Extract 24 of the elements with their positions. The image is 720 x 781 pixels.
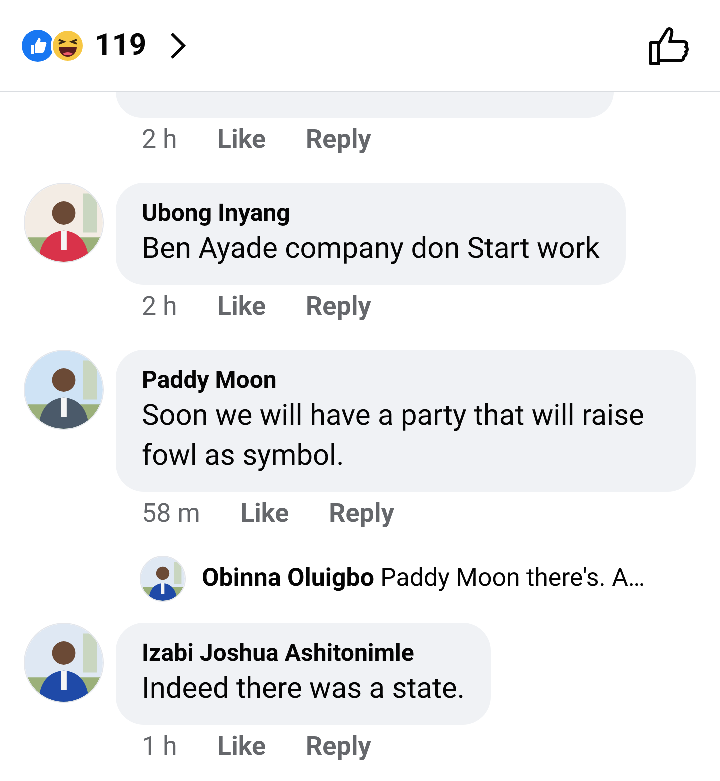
comment-text: Indeed there was a state. bbox=[142, 671, 465, 708]
comment-text: Soon we will have a party that will raise fowl as symbol. bbox=[142, 398, 646, 475]
reply-link[interactable]: Reply bbox=[306, 728, 372, 766]
reply-link[interactable]: Reply bbox=[306, 288, 372, 326]
comment-author[interactable]: Izabi Joshua Ashitonimle bbox=[142, 637, 465, 669]
comment-author[interactable]: Paddy Moon bbox=[142, 364, 670, 396]
comment-time: 58 m bbox=[142, 498, 200, 530]
thumbs-up-icon[interactable] bbox=[648, 24, 690, 66]
like-link[interactable]: Like bbox=[217, 120, 266, 160]
reply-preview[interactable]: Obinna Oluigbo Paddy Moon there's. A… bbox=[202, 560, 646, 598]
comment-time: 2 h bbox=[142, 124, 178, 156]
laughing-emoji-icon bbox=[51, 28, 85, 62]
like-link[interactable]: Like bbox=[240, 494, 290, 534]
reply-link[interactable]: Reply bbox=[329, 494, 394, 534]
like-link[interactable]: Like bbox=[217, 288, 266, 326]
reaction-count[interactable]: 119 bbox=[95, 23, 147, 68]
comment-text: Ben Ayade company don Start work bbox=[142, 231, 600, 268]
reply-link[interactable]: Reply bbox=[306, 120, 372, 160]
like-link[interactable]: Like bbox=[217, 728, 266, 766]
comment-time: 1 h bbox=[142, 730, 178, 764]
comment-time: 2 h bbox=[142, 290, 178, 324]
like-reaction-icon bbox=[22, 30, 54, 62]
comment-author[interactable]: Ubong Inyang bbox=[142, 197, 600, 229]
chevron-right-icon[interactable] bbox=[168, 30, 187, 60]
